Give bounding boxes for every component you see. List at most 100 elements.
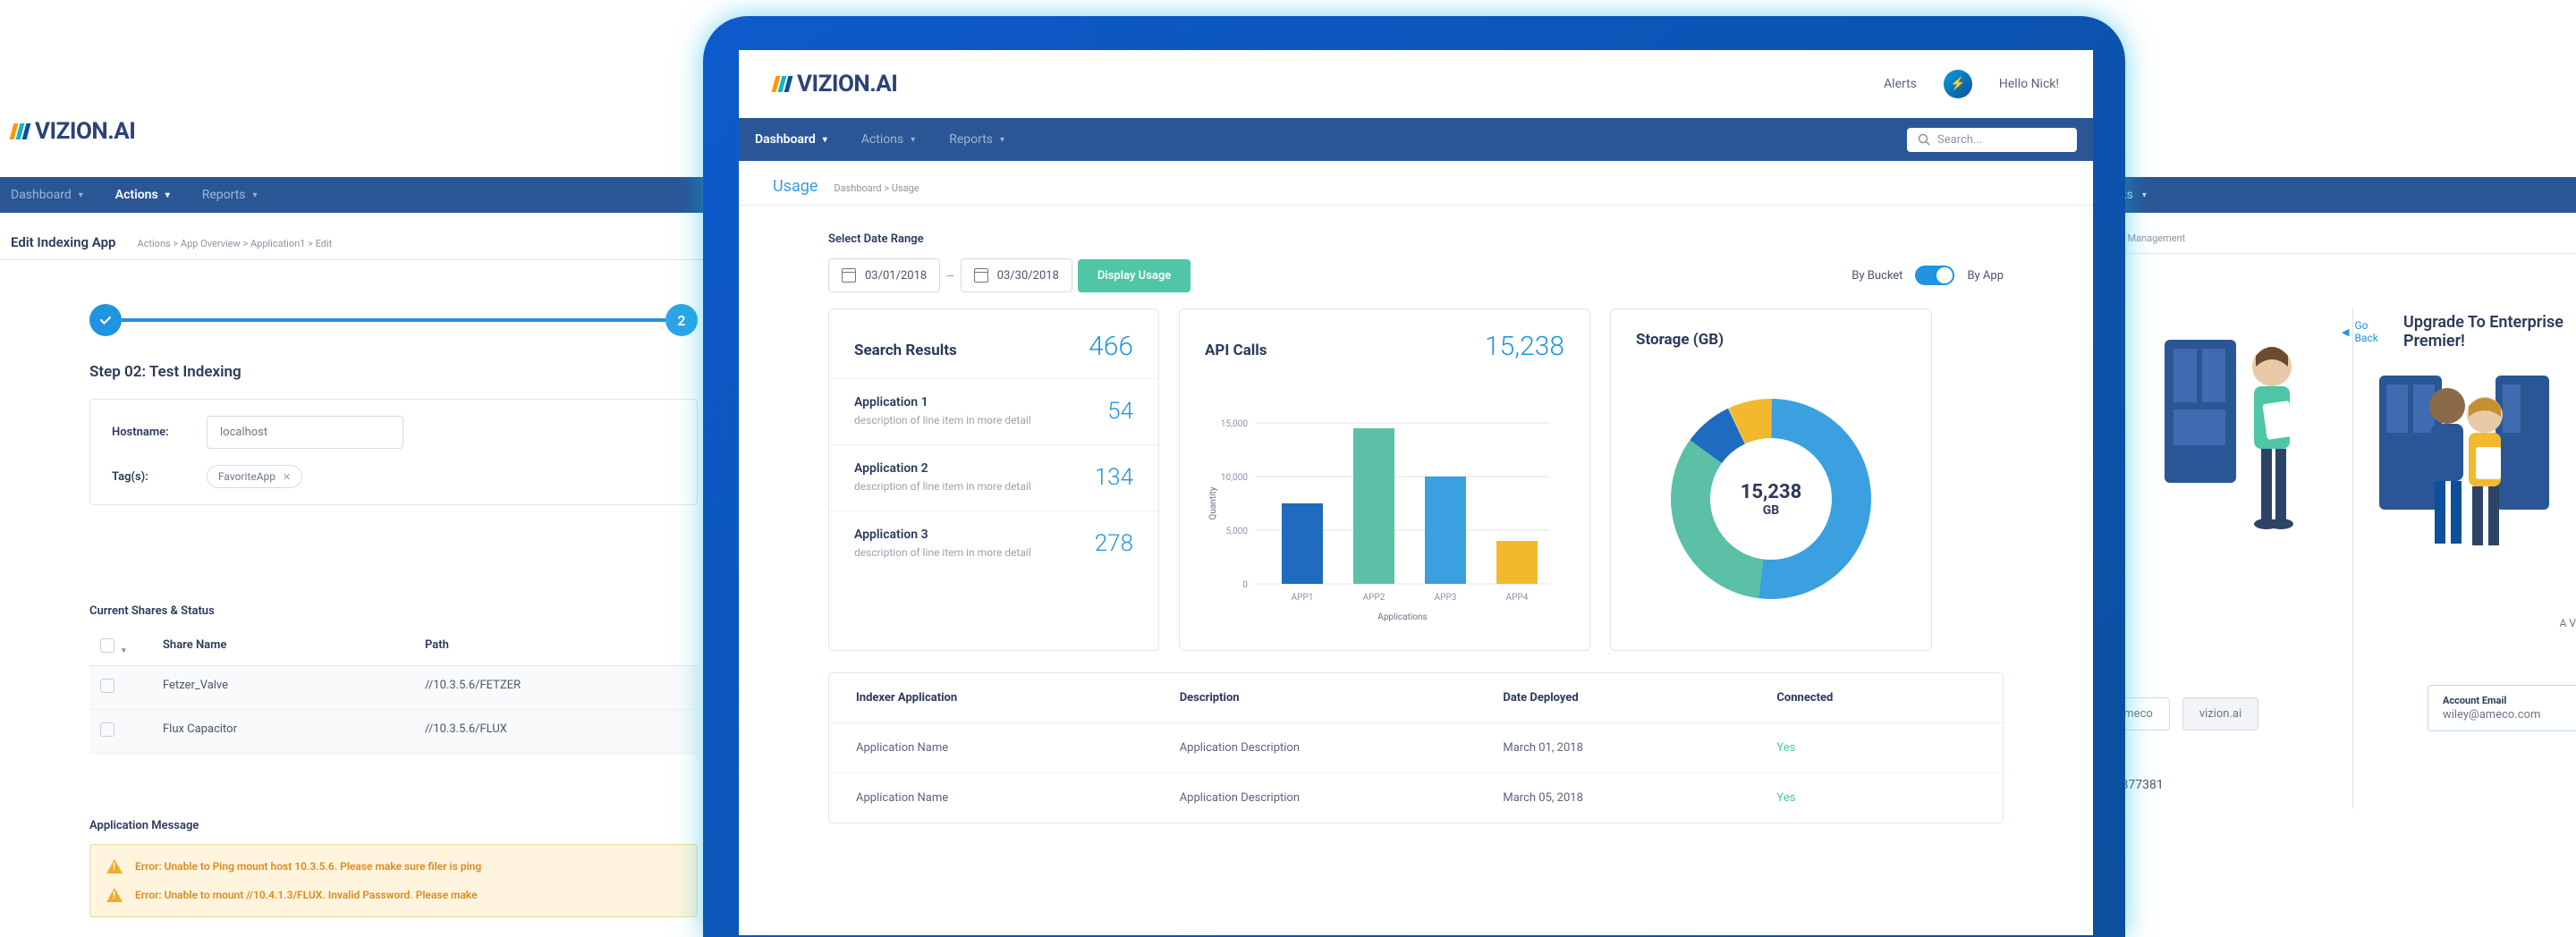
hostname-input[interactable]: localhost	[207, 416, 403, 449]
right-navbar: orts ▾	[2093, 177, 2576, 213]
col-share-name: Share Name	[163, 638, 425, 656]
nav-actions[interactable]: Actions▾	[115, 188, 170, 202]
chevron-down-icon[interactable]: ▾	[122, 646, 126, 655]
breadcrumb-right: unt Management	[2093, 213, 2576, 254]
col-date: Date Deployed	[1503, 691, 1776, 705]
go-back-link[interactable]: ◀ Go Back	[2342, 319, 2382, 344]
search-input[interactable]: Search...	[1907, 128, 2077, 152]
greeting: Hello Nick!	[1999, 77, 2059, 91]
chevron-left-icon: ◀	[2342, 326, 2349, 338]
chevron-down-icon: ▾	[165, 190, 170, 200]
logo-mark-icon	[773, 76, 792, 92]
nav-dashboard[interactable]: Dashboard▾	[755, 132, 827, 147]
list-item[interactable]: Application 3description of line item in…	[829, 511, 1158, 577]
logo: VIZION.AI	[11, 118, 135, 145]
messages-panel: Error: Unable to Ping mount host 10.3.5.…	[89, 844, 698, 917]
step-title: Step 02: Test Indexing	[89, 363, 242, 381]
shares-table: ▾ Share Name Path Fetzer_Valve //10.3.5.…	[89, 629, 698, 754]
svg-text:APP4: APP4	[1506, 593, 1529, 603]
nav-actions[interactable]: Actions▾	[861, 132, 915, 147]
illustration-people	[2379, 358, 2549, 572]
svg-text:5,000: 5,000	[1226, 527, 1249, 536]
table-row: Application Name Application Description…	[829, 773, 2003, 823]
stepper: 2	[89, 304, 698, 336]
col-desc: Description	[1180, 691, 1504, 705]
upgrade-title: Upgrade To Enterprise Premier!	[2403, 313, 2576, 350]
nav-reports[interactable]: Reports▾	[949, 132, 1004, 147]
card-title: API Calls	[1205, 342, 1267, 359]
step-1-done	[89, 304, 122, 336]
indexer-table: Indexer Application Description Date Dep…	[828, 672, 2004, 823]
col-path: Path	[425, 638, 687, 656]
col-app: Indexer Application	[856, 691, 1180, 705]
svg-text:APP2: APP2	[1363, 593, 1385, 603]
chevron-down-icon: ▾	[253, 190, 258, 200]
svg-text:Quantity: Quantity	[1208, 486, 1218, 519]
bolt-icon: ⚡	[1950, 77, 1965, 91]
nav-reports[interactable]: Reports▾	[202, 188, 258, 202]
toggle-switch[interactable]	[1915, 266, 1954, 285]
date-end-input[interactable]: 03/30/2018	[961, 258, 1072, 292]
message-row: Error: Unable to mount //10.4.1.3/FLUX. …	[90, 881, 697, 909]
svg-text:APP3: APP3	[1435, 593, 1457, 603]
tags-label: Tag(s):	[112, 470, 185, 484]
chip-domain[interactable]: vizion.ai	[2182, 697, 2258, 730]
date-start-input[interactable]: 03/01/2018	[828, 258, 940, 292]
nav-dashboard[interactable]: Dashboard▾	[11, 188, 83, 202]
page-title: Edit Indexing App	[11, 234, 115, 250]
checkbox[interactable]	[100, 679, 114, 693]
donut-unit: GB	[1741, 503, 1802, 518]
breadcrumb: Actions > App Overview > Application1 > …	[137, 238, 332, 249]
col-connected: Connected	[1776, 691, 1976, 705]
form-panel: Hostname: localhost Tag(s): FavoriteApp …	[89, 399, 698, 505]
checkbox-all[interactable]	[100, 638, 114, 653]
date-separator: –	[940, 267, 961, 284]
brand-text: VIZION.AI	[35, 118, 135, 145]
svg-text:0: 0	[1242, 580, 1248, 590]
list-item[interactable]: Application 2description of line item in…	[829, 445, 1158, 511]
checkbox[interactable]	[100, 722, 114, 737]
api-calls-card: API Calls 15,238 0 5,000 10,000 15,000	[1179, 308, 1590, 651]
svg-text:Applications: Applications	[1377, 612, 1427, 622]
usage-title: Usage	[773, 177, 818, 196]
avatar[interactable]: ⚡	[1944, 70, 1972, 98]
hostname-label: Hostname:	[112, 426, 185, 439]
chevron-down-icon: ▾	[1000, 135, 1004, 145]
search-icon	[1918, 133, 1930, 146]
tag-chip[interactable]: FavoriteApp ✕	[207, 465, 302, 488]
donut-value: 15,238	[1741, 481, 1802, 503]
shares-title: Current Shares & Status	[89, 604, 215, 618]
step-2-current: 2	[665, 304, 698, 336]
date-range-label: Select Date Range	[828, 232, 2004, 246]
list-item[interactable]: Application 1description of line item in…	[829, 379, 1158, 445]
chevron-down-icon: ▾	[911, 135, 915, 145]
alerts-link[interactable]: Alerts	[1884, 77, 1917, 91]
display-usage-button[interactable]: Display Usage	[1078, 259, 1191, 292]
table-row: Fetzer_Valve //10.3.5.6/FETZER	[89, 666, 698, 710]
messages-title: Application Message	[89, 819, 199, 832]
view-toggle: By Bucket By App	[1852, 266, 2004, 285]
card-total: 15,238	[1485, 331, 1564, 362]
svg-text:10,000: 10,000	[1221, 473, 1248, 483]
chevron-down-icon: ▾	[2142, 190, 2147, 200]
brand-text: VIZION.AI	[797, 71, 897, 97]
calendar-icon	[842, 268, 856, 283]
donut-chart: 15,238 GB	[1655, 383, 1887, 615]
bar-chart: 0 5,000 10,000 15,000 APP1 APP2 APP3 APP…	[1180, 378, 1589, 650]
left-navbar: Dashboard▾ Actions▾ Reports▾	[0, 177, 751, 213]
storage-card: Storage (GB) 15,238	[1610, 308, 1932, 651]
chevron-down-icon: ▾	[823, 135, 827, 145]
chevron-down-icon: ▾	[79, 190, 83, 200]
account-email-field[interactable]: Account Email wiley@ameco.com ✓	[2428, 685, 2576, 731]
search-results-card: Search Results 466 Application 1descript…	[828, 308, 1159, 651]
svg-text:APP1: APP1	[1292, 593, 1314, 603]
card-total: 466	[1089, 331, 1133, 362]
table-row: Flux Capacitor //10.3.5.6/FLUX	[89, 710, 698, 754]
table-row: Application Name Application Description…	[829, 723, 2003, 773]
logo: VIZION.AI	[773, 71, 897, 97]
warning-icon	[106, 888, 123, 902]
close-icon[interactable]: ✕	[283, 471, 291, 483]
upgrade-note: A Vizion.ai Account Representative will …	[2558, 617, 2576, 642]
check-icon	[98, 313, 113, 327]
calendar-icon	[974, 268, 988, 283]
